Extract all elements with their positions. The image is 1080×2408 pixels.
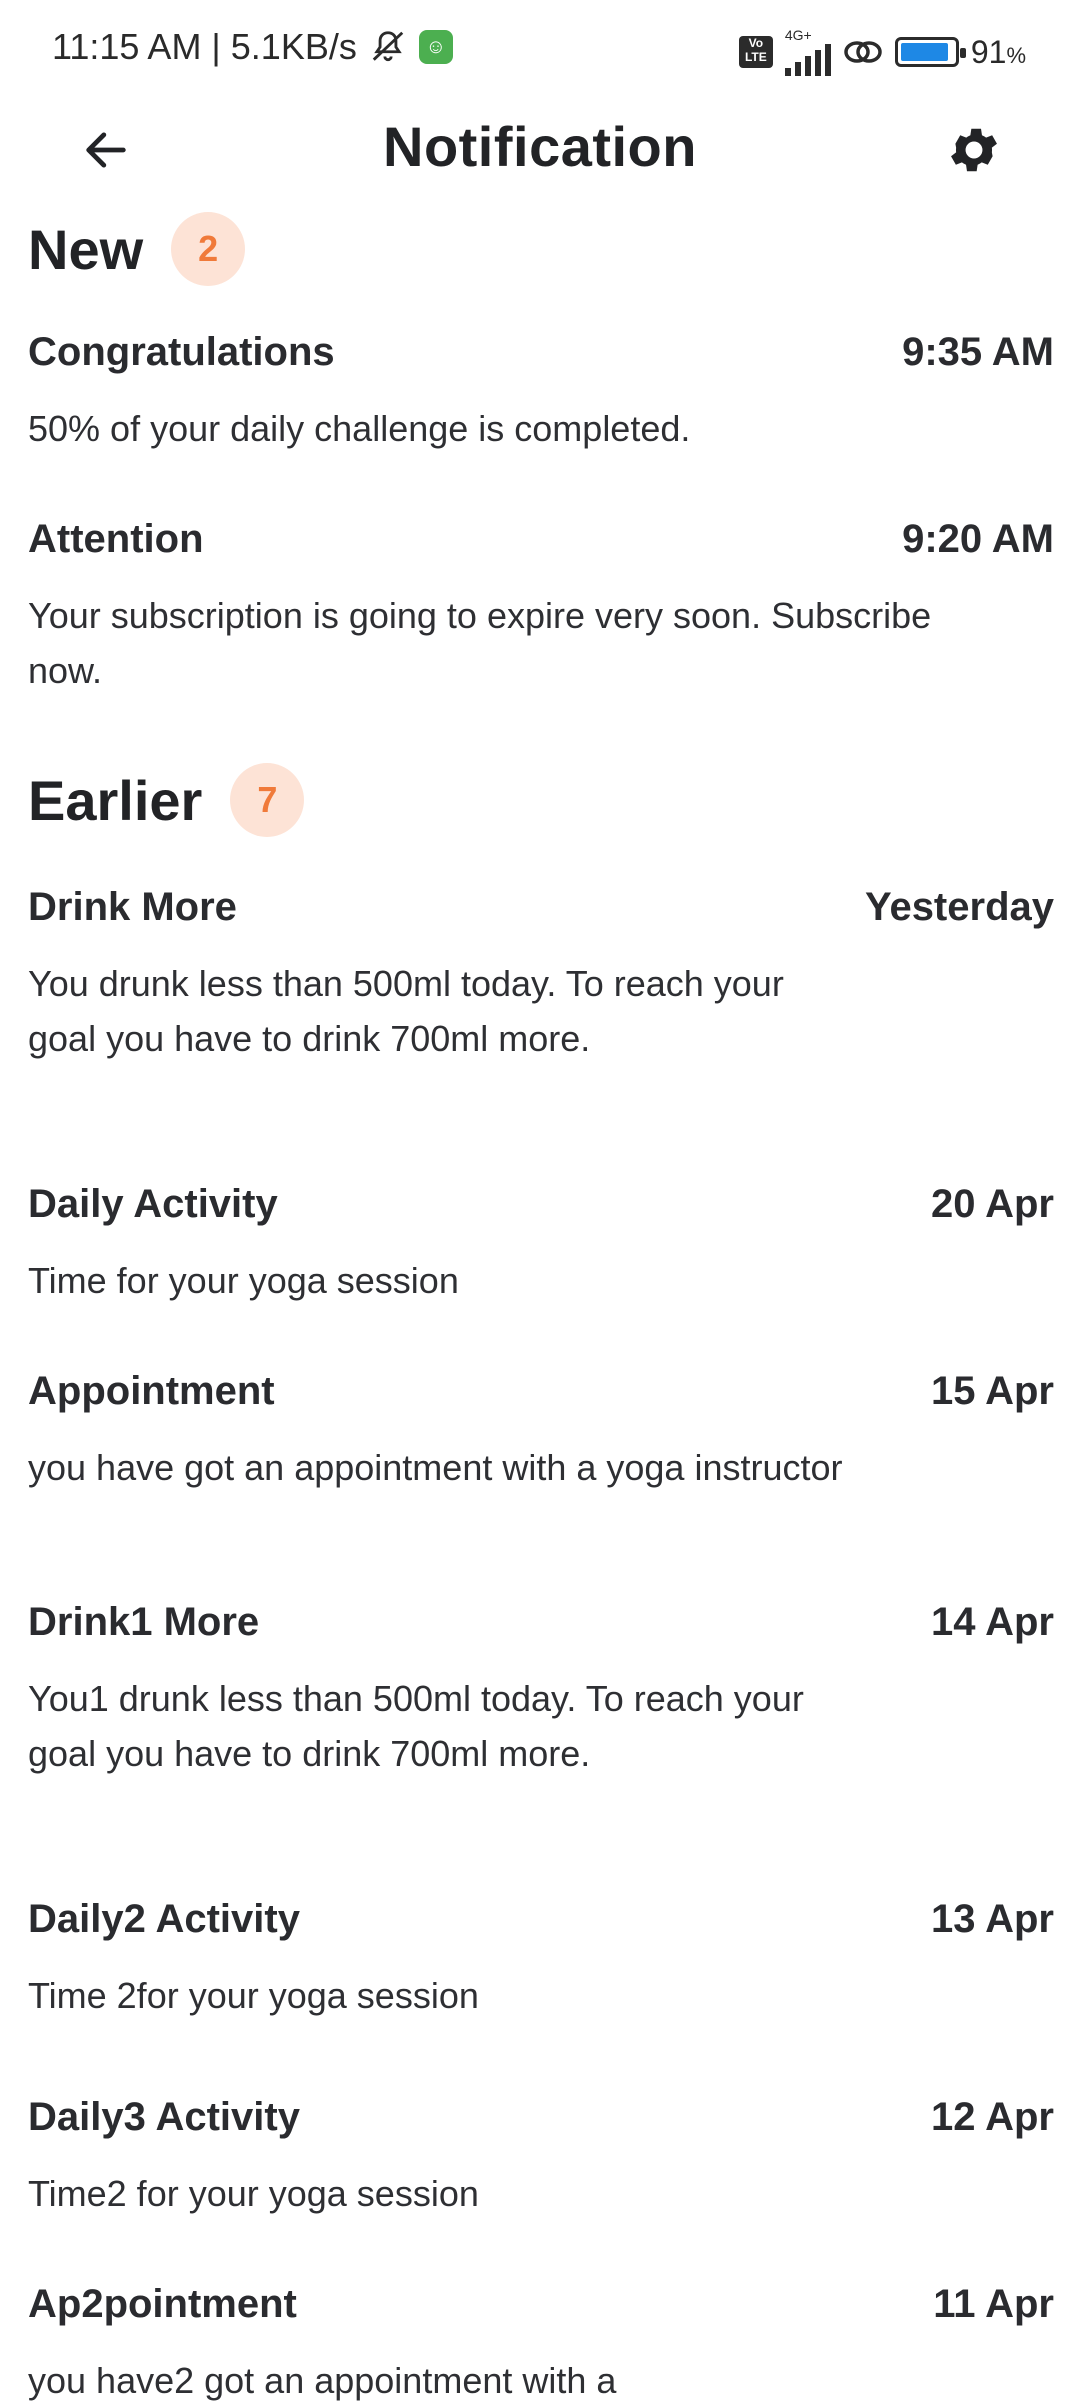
notification-title: Drink More: [28, 885, 237, 929]
app-header: Notification: [0, 100, 1080, 200]
bell-off-icon: [372, 31, 404, 62]
section-new-header: New 2: [28, 212, 246, 286]
notification-body: Your subscription is going to expire ver…: [28, 595, 932, 691]
section-new-count-badge: 2: [171, 212, 246, 286]
notification-item[interactable]: Congratulations 9:35 AM 50% of your dail…: [28, 330, 1054, 456]
battery-icon: [894, 37, 966, 67]
notification-title: Congratulations: [28, 330, 335, 374]
notification-time: 9:20 AM: [902, 517, 1054, 561]
notification-body: Time for your yoga session: [28, 1260, 459, 1301]
status-time-speed: 11:15 AM | 5.1KB/s: [52, 26, 357, 67]
status-right: Vo LTE 4G+ 91%: [738, 27, 1026, 76]
battery-percent: 91: [970, 33, 1007, 70]
notification-time: 11 Apr: [933, 2282, 1054, 2326]
notification-title: Daily2 Activity: [28, 1897, 300, 1941]
hotspot-link-icon: [844, 41, 882, 63]
notification-item[interactable]: Attention 9:20 AM Your subscription is g…: [28, 517, 1054, 698]
notification-time: 15 Apr: [930, 1369, 1054, 1413]
network-type: 4G+: [784, 27, 812, 43]
section-earlier-count-badge: 7: [230, 763, 305, 837]
notification-title: Ap2pointment: [28, 2282, 297, 2326]
notification-time: 20 Apr: [930, 1182, 1054, 1226]
notification-time: 12 Apr: [930, 2095, 1054, 2139]
notification-item[interactable]: Daily3 Activity 12 Apr Time2 for your yo…: [28, 2095, 1054, 2221]
volte-icon: Vo LTE: [738, 36, 773, 68]
status-left: 11:15 AM | 5.1KB/s ☺: [52, 26, 453, 68]
notification-title: Daily Activity: [28, 1182, 278, 1226]
signal-icon: [784, 42, 831, 76]
notification-item[interactable]: Drink1 More 14 Apr You1 drunk less than …: [28, 1600, 1054, 1781]
notification-title: Daily3 Activity: [28, 2095, 300, 2139]
notification-title: Appointment: [28, 1369, 275, 1413]
notification-item[interactable]: Daily2 Activity 13 Apr Time 2for your yo…: [28, 1897, 1054, 2023]
notification-body: you have got an appointment with a yoga …: [28, 1447, 843, 1488]
notification-time: 13 Apr: [930, 1897, 1054, 1941]
notification-title: Attention: [28, 517, 204, 561]
notification-item[interactable]: Appointment 15 Apr you have got an appoi…: [28, 1369, 1054, 1495]
notification-time: 14 Apr: [930, 1600, 1054, 1644]
app-notification-icon: ☺: [418, 30, 453, 64]
notification-body: Time2 for your yoga session: [28, 2173, 479, 2214]
notification-body: You drunk less than 500ml today. To reac…: [28, 963, 784, 1059]
notification-body: You1 drunk less than 500ml today. To rea…: [28, 1678, 804, 1774]
notification-item[interactable]: Daily Activity 20 Apr Time for your yoga…: [28, 1182, 1054, 1308]
section-earlier-header: Earlier 7: [28, 763, 305, 837]
settings-button[interactable]: [942, 118, 1006, 182]
notification-body: 50% of your daily challenge is completed…: [28, 408, 691, 449]
notification-time: 9:35 AM: [902, 330, 1054, 374]
notification-time: Yesterday: [864, 885, 1054, 929]
page-title: Notification: [383, 115, 697, 178]
notification-item[interactable]: Ap2pointment 11 Apr you have2 got an app…: [28, 2282, 1054, 2408]
notification-item[interactable]: Drink More Yesterday You drunk less than…: [28, 885, 1054, 1066]
notification-body: Time 2for your yoga session: [28, 1975, 479, 2016]
notification-title: Drink1 More: [28, 1600, 260, 1644]
battery-unit: %: [1006, 42, 1026, 68]
section-new-title: New: [28, 217, 144, 281]
gear-icon: [951, 128, 997, 172]
status-bar: 11:15 AM | 5.1KB/s ☺ Vo LTE 4G+ 91%: [0, 0, 1080, 100]
section-earlier-title: Earlier: [28, 768, 203, 832]
